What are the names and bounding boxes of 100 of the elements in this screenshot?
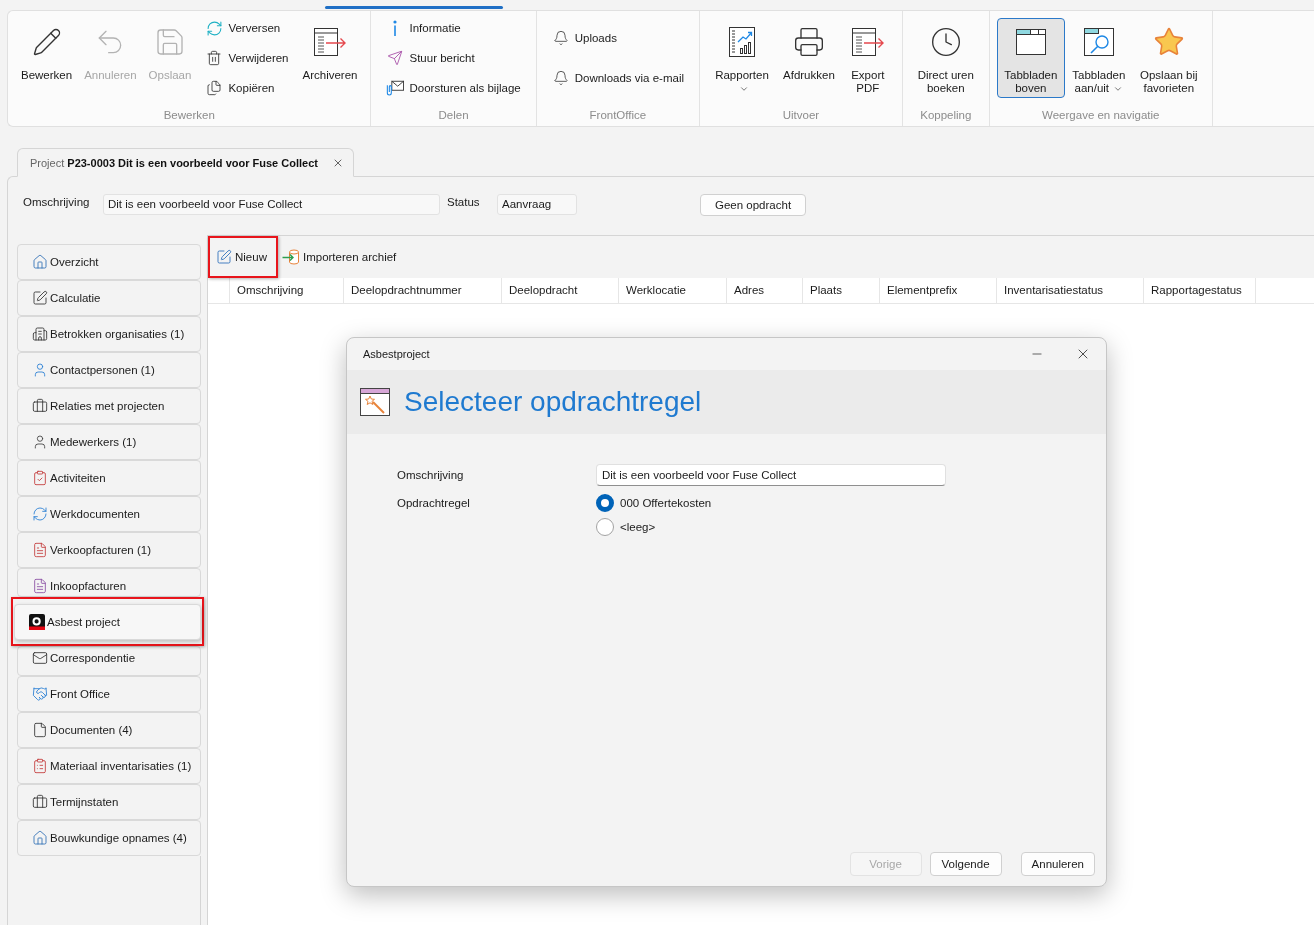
dialog-button[interactable]: Annuleren (1020, 852, 1095, 876)
column-header[interactable]: Deelopdracht (502, 278, 619, 303)
printer-icon (792, 26, 825, 58)
document-tab[interactable]: Project P23-0003 Dit is een voorbeeld voor Fuse Collect (17, 148, 354, 177)
wizard-window-icon (359, 387, 391, 417)
pencil-icon (31, 27, 62, 57)
ribbon-group-label: FrontOffice (589, 108, 647, 123)
column-header[interactable]: Deelopdrachtnummer (344, 278, 502, 303)
input-field[interactable]: Aanvraag (497, 194, 577, 215)
radio-label[interactable]: <leeg> (620, 521, 656, 533)
bell-icon (552, 70, 569, 86)
dialog-button[interactable]: Volgende (929, 852, 1002, 876)
envelope-icon (32, 650, 48, 666)
ribbon-button[interactable]: Downloads via e-mail (548, 68, 687, 88)
window-magnifier-icon (1082, 27, 1115, 57)
toolbar-button[interactable]: Importeren archief (280, 245, 398, 269)
sidebar-tab[interactable]: Front Office (17, 676, 201, 712)
window-tabs-icon (1014, 28, 1047, 56)
input-field[interactable]: Dit is een voorbeeld voor Fuse Collect (596, 464, 946, 486)
ribbon-button[interactable]: Export PDF (840, 18, 895, 98)
sidebar-tab[interactable]: Materiaal inventarisaties (1) (17, 748, 201, 784)
briefcase-icon (32, 794, 48, 810)
trash-icon (206, 50, 223, 66)
sidebar-tab[interactable]: Asbest project (14, 604, 201, 640)
ribbon-button[interactable]: Afdrukken (777, 18, 841, 98)
ribbon-button[interactable]: Archiveren (296, 18, 364, 98)
sidebar-tab[interactable]: Contactpersonen (1) (17, 352, 201, 388)
radio-button[interactable] (596, 518, 614, 536)
action-button[interactable]: Geen opdracht (700, 194, 807, 216)
ribbon-button[interactable]: Opslaan bij favorieten (1132, 18, 1205, 98)
column-header[interactable]: Elementprefix (880, 278, 997, 303)
send-icon (387, 50, 404, 66)
import-cylinder-icon (281, 249, 300, 265)
sidebar-tab[interactable]: Bouwkundige opnames (4) (17, 820, 201, 856)
sidebar-tab[interactable]: Medewerkers (1) (17, 424, 201, 460)
column-header[interactable]: Werklocatie (619, 278, 727, 303)
house-icon (32, 254, 48, 270)
field-label: Omschrijving (397, 468, 465, 483)
document-lines-icon (32, 542, 48, 558)
sidebar-tab[interactable]: Werkdocumenten (17, 496, 201, 532)
sidebar-tab[interactable]: Inkoopfacturen (17, 568, 201, 597)
column-header[interactable]: Omschrijving (230, 278, 344, 303)
ribbon-button[interactable]: Kopiëren (202, 78, 292, 98)
star-icon (1152, 26, 1185, 58)
radio-label[interactable]: 000 Offertekosten (620, 497, 712, 509)
clipboard-check-icon (32, 470, 48, 486)
sidebar-tab[interactable]: Overzicht (17, 244, 201, 280)
ribbon-button[interactable]: Direct uren boeken (909, 18, 982, 98)
document-arrow-icon (313, 27, 347, 57)
person-icon (32, 362, 48, 378)
logo-icon (29, 614, 45, 630)
documents-icon (206, 80, 223, 96)
ribbon-button[interactable]: Rapporten (707, 18, 777, 98)
ribbon-button[interactable]: Tabbladen boven (996, 18, 1065, 98)
sidebar-tab[interactable]: Documenten (4) (17, 712, 201, 748)
handshake-icon (32, 686, 48, 702)
sidebar-tab[interactable]: Calculatie (17, 280, 201, 316)
ribbon-button[interactable]: Tabbladen aan/uit (1064, 18, 1133, 98)
briefcase-icon (32, 398, 48, 414)
column-header[interactable]: Inventarisatiestatus (997, 278, 1144, 303)
sidebar-tab[interactable]: Relaties met projecten (17, 388, 201, 424)
refresh-icon (32, 506, 48, 522)
building-icon (32, 326, 48, 342)
clipboard-list-icon (32, 758, 48, 774)
toolbar-button[interactable]: Nieuw (215, 245, 268, 269)
column-header[interactable]: Plaats (803, 278, 880, 303)
ribbon-button[interactable]: Verwijderen (202, 48, 292, 68)
sidebar-tab[interactable]: Correspondentie (17, 646, 201, 676)
ribbon-group-label: Weergave en navigatie (1042, 108, 1160, 123)
ribbon-group-label: Delen (438, 108, 469, 123)
field-label: Opdrachtregel (397, 496, 471, 511)
column-header[interactable]: Adres (727, 278, 803, 303)
person-icon (32, 434, 48, 450)
ribbon-group-label: Bewerken (163, 108, 215, 123)
sidebar-tab[interactable]: Betrokken organisaties (1) (17, 316, 201, 352)
ribbon-group-label: Koppeling (920, 108, 972, 123)
field-label: Omschrijving (23, 195, 91, 209)
ribbon-button[interactable]: Uploads (548, 28, 687, 48)
refresh-icon (205, 19, 223, 37)
ribbon-button[interactable]: Verversen (202, 18, 292, 38)
ribbon-button[interactable]: Informatie (383, 18, 524, 38)
bell-icon (552, 30, 569, 46)
sidebar-tab[interactable]: Termijnstaten (17, 784, 201, 820)
edit-icon (216, 249, 232, 265)
input-field[interactable]: Dit is een voorbeeld voor Fuse Collect (103, 194, 440, 215)
report-chart-icon (728, 26, 756, 58)
ribbon-button[interactable]: Stuur bericht (383, 48, 524, 68)
sidebar-tab[interactable]: Verkoopfacturen (1) (17, 532, 201, 568)
envelope-paperclip-icon (386, 79, 405, 97)
column-header[interactable]: Rapportagestatus (1144, 278, 1256, 303)
ribbon-button[interactable]: Bewerken (15, 18, 79, 98)
field-label: Status (447, 195, 481, 209)
ribbon-group-label: Uitvoer (782, 108, 820, 123)
radio-button[interactable] (596, 494, 614, 512)
document-arrow-icon (850, 27, 885, 57)
sidebar-tab[interactable]: Activiteiten (17, 460, 201, 496)
info-icon (392, 20, 399, 36)
clock-icon (929, 26, 962, 58)
house-icon (32, 830, 48, 846)
ribbon-button[interactable]: Doorsturen als bijlage (383, 78, 524, 98)
